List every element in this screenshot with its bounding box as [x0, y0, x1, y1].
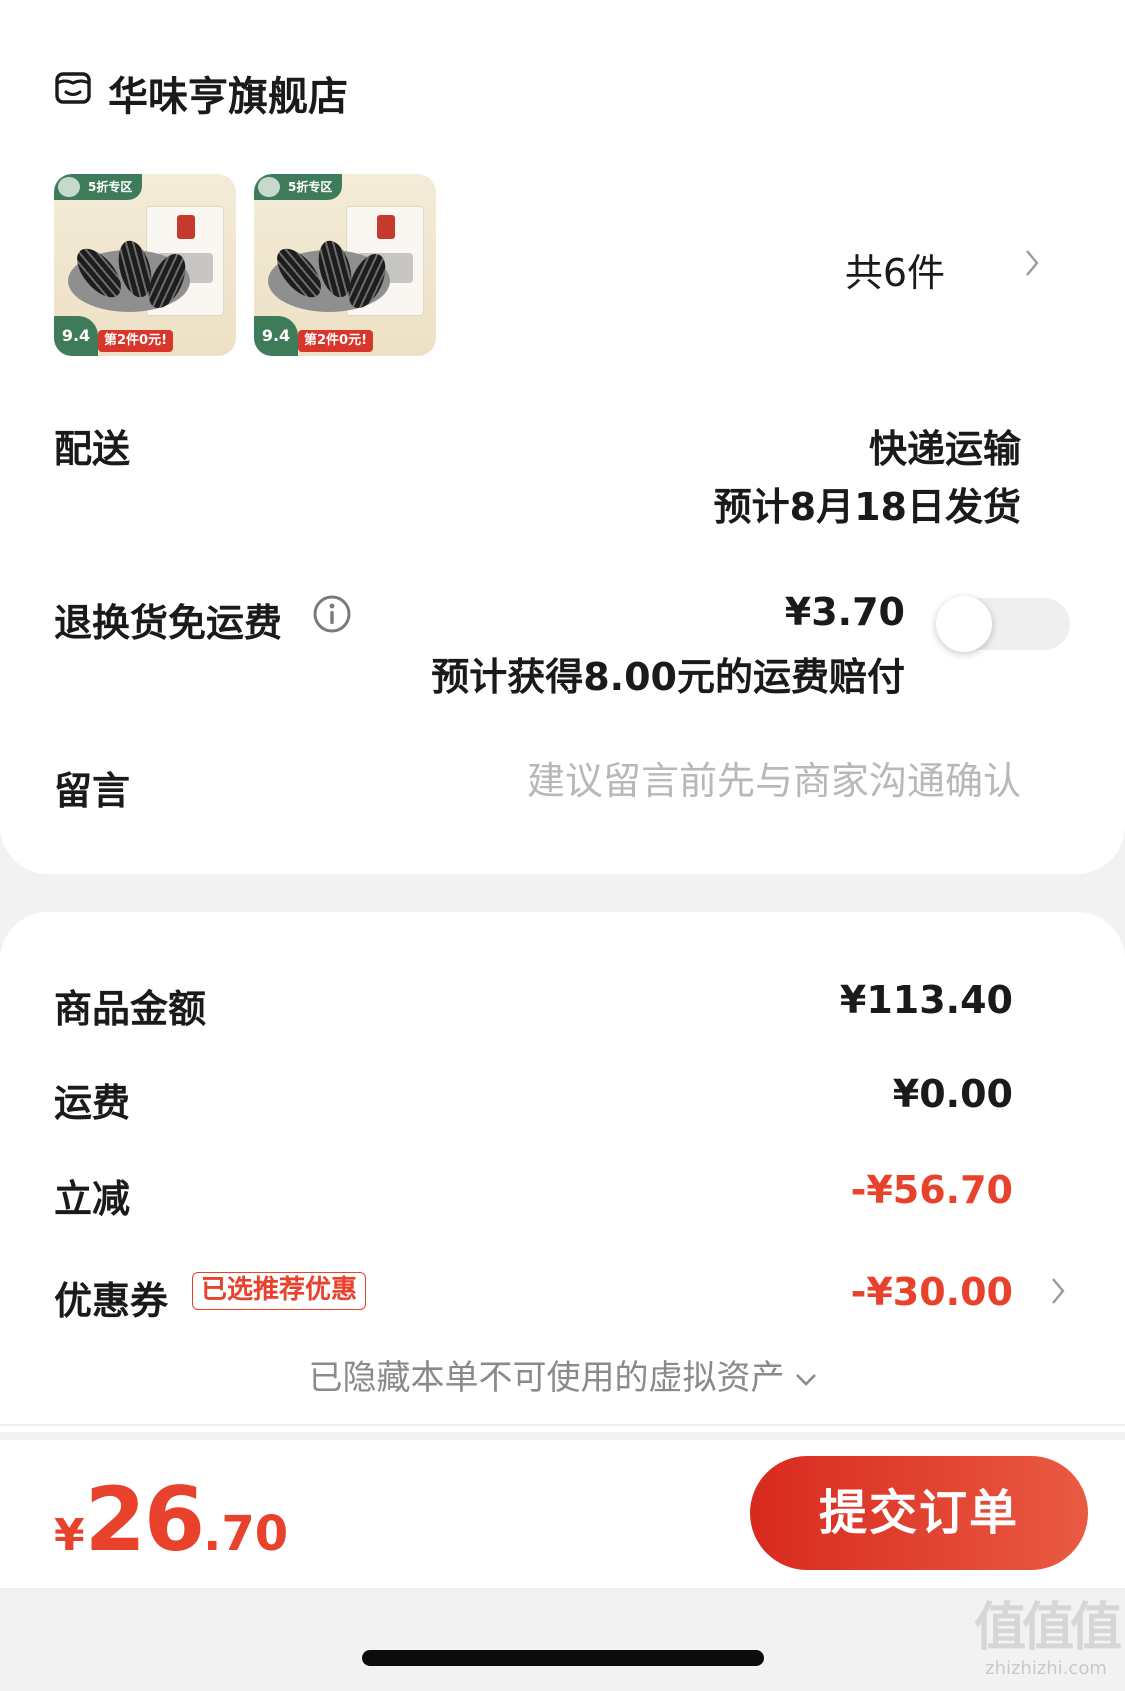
- store-face-icon: [55, 72, 91, 104]
- product-badge: 5折专区: [254, 174, 343, 200]
- discount-label: 立减: [54, 1177, 131, 1221]
- return-insurance-note: 预计获得8.00元的运费赔付: [431, 655, 905, 699]
- total-decimal: .70: [203, 1506, 289, 1562]
- product-promo-tag: 第2件0元!: [98, 330, 174, 352]
- discount-value: -¥56.70: [850, 1168, 1013, 1212]
- return-insurance-price: ¥3.70: [784, 590, 905, 634]
- total-integer: 26: [84, 1468, 205, 1571]
- hidden-assets-label: 已隐藏本单不可使用的虚拟资产: [308, 1358, 785, 1398]
- submit-order-button[interactable]: 提交订单: [750, 1456, 1088, 1570]
- delivery-label: 配送: [54, 427, 131, 471]
- divider: [0, 1588, 1125, 1590]
- toggle-knob: [936, 596, 992, 652]
- divider: [0, 1424, 1125, 1426]
- hidden-assets-toggle[interactable]: 已隐藏本单不可使用的虚拟资产: [0, 1350, 1125, 1399]
- product-badge: 5折专区: [54, 174, 143, 200]
- watermark-url: zhizhizhi.com: [985, 1658, 1107, 1679]
- product-promo-tag: 第2件0元!: [298, 330, 374, 352]
- goods-amount-label: 商品金额: [54, 987, 207, 1031]
- freight-value: ¥0.00: [892, 1072, 1013, 1116]
- product-price-chip: 9.4: [54, 316, 98, 356]
- freight-label: 运费: [54, 1081, 131, 1125]
- chevron-down-icon: [795, 1373, 816, 1386]
- coupon-value[interactable]: -¥30.00: [851, 1270, 1013, 1314]
- return-insurance-label: 退换货免运费: [54, 601, 283, 645]
- product-price-chip: 9.4: [254, 316, 298, 356]
- home-indicator[interactable]: [362, 1650, 764, 1666]
- delivery-method[interactable]: 快递运输: [869, 418, 1021, 473]
- message-input[interactable]: [401, 756, 1021, 806]
- item-count[interactable]: 共6件: [845, 242, 945, 297]
- watermark-glyphs: 值值值: [973, 1598, 1122, 1658]
- chevron-right-icon[interactable]: [1024, 248, 1040, 278]
- watermark-logo: 值值值 zhizhizhi.com: [972, 1598, 1122, 1688]
- total-price: ¥26.70: [54, 1468, 288, 1571]
- chevron-right-icon[interactable]: [1050, 1276, 1066, 1306]
- message-label: 留言: [54, 769, 131, 813]
- delivery-eta: 预计8月18日发货: [713, 485, 1021, 529]
- product-thumbnail[interactable]: 5折专区 9.4 第2件0元!: [54, 174, 236, 356]
- return-insurance-toggle[interactable]: [936, 596, 1070, 652]
- info-icon[interactable]: [312, 594, 352, 634]
- goods-amount-value: ¥113.40: [839, 978, 1013, 1022]
- total-currency: ¥: [54, 1510, 85, 1561]
- coupon-recommended-badge: 已选推荐优惠: [192, 1272, 367, 1310]
- coupon-label: 优惠券: [54, 1279, 169, 1323]
- product-thumbnail[interactable]: 5折专区 9.4 第2件0元!: [254, 174, 436, 356]
- store-name[interactable]: 华味亨旗舰店: [108, 64, 348, 122]
